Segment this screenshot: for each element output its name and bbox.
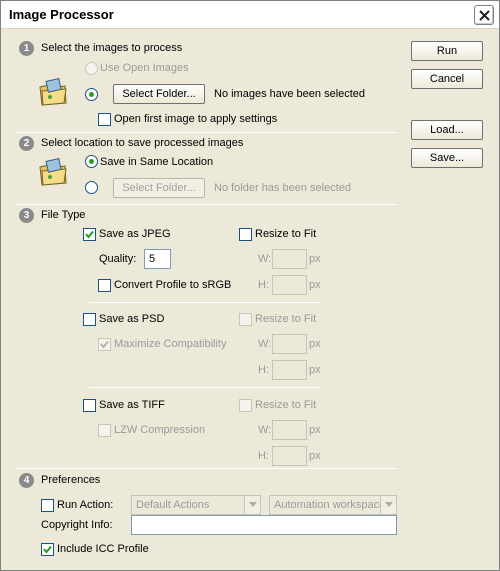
- load-button[interactable]: Load...: [411, 120, 483, 140]
- section-1-heading: Select the images to process: [41, 42, 183, 54]
- close-button[interactable]: [474, 5, 494, 25]
- section-2-heading: Select location to save processed images: [41, 137, 244, 149]
- window-title: Image Processor: [9, 7, 114, 22]
- action-select[interactable]: Automation workspaces: [269, 495, 397, 515]
- chevron-down-icon: [244, 496, 260, 514]
- run-button[interactable]: Run: [411, 41, 483, 61]
- save-button[interactable]: Save...: [411, 148, 483, 168]
- save-as-psd-checkbox[interactable]: [83, 313, 96, 326]
- title-bar: Image Processor: [1, 1, 499, 29]
- action-value: Automation workspaces: [274, 499, 391, 511]
- convert-profile-checkbox[interactable]: [98, 279, 111, 292]
- tiff-width-unit: px: [309, 424, 321, 436]
- images-status: No images have been selected: [214, 88, 366, 100]
- checkmark-icon: [100, 340, 109, 349]
- jpeg-resize-checkbox[interactable]: [239, 228, 252, 241]
- select-save-folder-radio[interactable]: [85, 181, 98, 194]
- open-first-image-checkbox[interactable]: [98, 113, 111, 126]
- psd-height-label: H:: [258, 364, 269, 376]
- chevron-down-icon: [380, 496, 396, 514]
- tiff-resize-label: Resize to Fit: [255, 399, 317, 411]
- jpeg-width-label: W:: [258, 253, 272, 265]
- maximize-compatibility-checkbox[interactable]: [98, 338, 111, 351]
- section-4-heading: Preferences: [41, 474, 101, 486]
- save-same-location-label: Save in Same Location: [100, 156, 214, 168]
- image-processor-dialog: Image Processor Run Cancel Load... Save.…: [0, 0, 500, 571]
- folder-icon: [39, 78, 67, 106]
- psd-height-input[interactable]: [272, 360, 307, 380]
- close-icon: [479, 10, 490, 21]
- psd-width-unit: px: [309, 338, 321, 350]
- checkmark-icon: [43, 545, 52, 554]
- section-3-badge: 3: [19, 208, 34, 223]
- section-4-badge: 4: [19, 473, 34, 488]
- jpeg-height-unit: px: [309, 279, 321, 291]
- save-as-psd-label: Save as PSD: [99, 313, 165, 325]
- save-as-jpeg-label: Save as JPEG: [99, 228, 171, 240]
- action-set-select[interactable]: Default Actions: [131, 495, 261, 515]
- save-as-tiff-label: Save as TIFF: [99, 399, 165, 411]
- action-set-value: Default Actions: [136, 499, 210, 511]
- psd-resize-checkbox[interactable]: [239, 313, 252, 326]
- quality-label: Quality:: [99, 253, 137, 265]
- lzw-compression-label: LZW Compression: [114, 424, 206, 436]
- folder-status: No folder has been selected: [214, 182, 351, 194]
- psd-height-unit: px: [309, 364, 321, 376]
- quality-input[interactable]: 5: [144, 249, 171, 269]
- save-as-jpeg-checkbox[interactable]: [83, 228, 96, 241]
- jpeg-width-unit: px: [309, 253, 321, 265]
- psd-width-input[interactable]: [272, 334, 307, 354]
- divider: [15, 204, 398, 205]
- save-as-tiff-checkbox[interactable]: [83, 399, 96, 412]
- select-save-folder-button[interactable]: Select Folder...: [113, 178, 205, 198]
- run-action-checkbox[interactable]: [41, 499, 54, 512]
- section-1-badge: 1: [19, 41, 34, 56]
- tiff-height-unit: px: [309, 450, 321, 462]
- use-open-images-label: Use Open Images: [100, 62, 189, 74]
- use-open-images-radio[interactable]: [85, 62, 98, 75]
- copyright-label: Copyright Info:: [41, 519, 113, 531]
- divider: [89, 387, 321, 388]
- jpeg-height-input[interactable]: [272, 275, 307, 295]
- jpeg-height-label: H:: [258, 279, 269, 291]
- cancel-button[interactable]: Cancel: [411, 69, 483, 89]
- select-folder-button[interactable]: Select Folder...: [113, 84, 205, 104]
- convert-profile-label: Convert Profile to sRGB: [114, 279, 232, 291]
- tiff-height-input[interactable]: [272, 446, 307, 466]
- include-icc-checkbox[interactable]: [41, 543, 54, 556]
- run-action-label: Run Action:: [57, 499, 114, 511]
- psd-resize-label: Resize to Fit: [255, 313, 317, 325]
- divider: [15, 468, 398, 469]
- divider: [89, 302, 321, 303]
- jpeg-width-input[interactable]: [272, 249, 307, 269]
- open-first-image-label: Open first image to apply settings: [114, 113, 278, 125]
- tiff-height-label: H:: [258, 450, 269, 462]
- tiff-width-label: W:: [258, 424, 272, 436]
- tiff-resize-checkbox[interactable]: [239, 399, 252, 412]
- maximize-compatibility-label: Maximize Compatibility: [114, 338, 227, 350]
- lzw-compression-checkbox[interactable]: [98, 424, 111, 437]
- include-icc-label: Include ICC Profile: [57, 543, 149, 555]
- checkmark-icon: [85, 230, 94, 239]
- tiff-width-input[interactable]: [272, 420, 307, 440]
- section-3-heading: File Type: [41, 209, 86, 221]
- jpeg-resize-label: Resize to Fit: [255, 228, 317, 240]
- psd-width-label: W:: [258, 338, 272, 350]
- divider: [15, 132, 398, 133]
- select-folder-radio[interactable]: [85, 88, 98, 101]
- save-same-location-radio[interactable]: [85, 155, 98, 168]
- folder-icon: [39, 158, 67, 186]
- copyright-input[interactable]: [131, 515, 397, 535]
- section-2-badge: 2: [19, 136, 34, 151]
